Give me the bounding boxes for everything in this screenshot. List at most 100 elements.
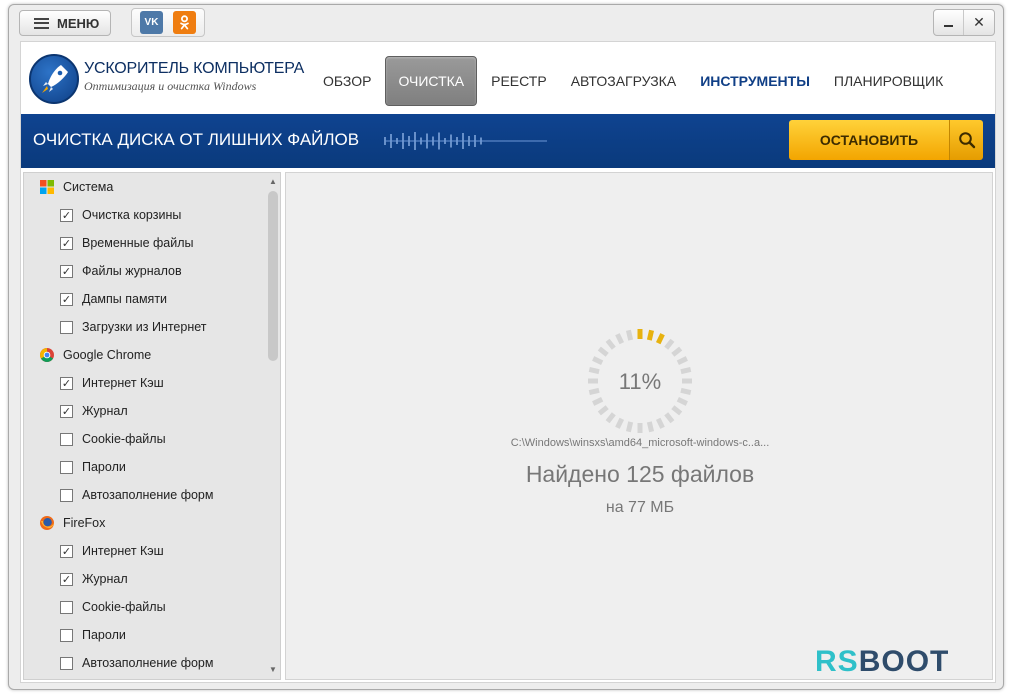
sidebar-option[interactable]: Пароли: [24, 621, 266, 649]
sidebar-option-label: Пароли: [82, 460, 126, 474]
sidebar-option[interactable]: ✓ Журнал: [24, 397, 266, 425]
app-title: УСКОРИТЕЛЬ КОМПЬЮТЕРА: [84, 60, 305, 77]
checkbox-checked[interactable]: ✓: [60, 292, 73, 306]
sidebar-group-label: Google Chrome: [63, 348, 152, 362]
sidebar-option[interactable]: Cookie-файлы: [24, 425, 266, 453]
checkbox-unchecked[interactable]: [60, 628, 73, 642]
sidebar-option-label: Загрузки из Интернет: [82, 320, 207, 334]
main-nav: ОБЗОР ОЧИСТКА РЕЕСТР АВТОЗАГРУЗКА ИНСТРУМЕНТ…: [311, 56, 955, 106]
checkbox-unchecked[interactable]: [60, 432, 73, 446]
sidebar-option-label: Журнал: [82, 572, 128, 586]
sidebar-scrollbar[interactable]: ▲ ▼: [266, 173, 280, 679]
current-file-path: C:\Windows\winsxs\amd64_microsoft-window…: [510, 437, 770, 449]
spinner-segment: [615, 333, 625, 345]
sidebar-option-label: Очистка корзины: [82, 208, 182, 222]
options-tree: Система ✓ Очистка корзины ✓ Временные файлы ✓…: [24, 173, 266, 677]
sidebar-option[interactable]: ✓ Дампы памяти: [24, 285, 266, 313]
sidebar-option[interactable]: Загрузки из Интернет: [24, 313, 266, 341]
checkbox-checked[interactable]: ✓: [60, 376, 73, 390]
checkbox-unchecked[interactable]: [60, 656, 73, 670]
sidebar-option-label: Автозаполнение форм: [82, 488, 214, 502]
menu-button[interactable]: МЕНЮ: [19, 10, 111, 36]
cleanup-options-panel: Система ✓ Очистка корзины ✓ Временные файлы ✓…: [23, 172, 281, 680]
sidebar-option[interactable]: ✓ Очистка корзины: [24, 201, 266, 229]
spinner-segment: [605, 338, 616, 350]
sidebar-option-label: Интернет Кэш: [82, 544, 164, 558]
nav-item-3[interactable]: АВТОЗАГРУЗКА: [559, 56, 689, 106]
vk-icon[interactable]: VK: [140, 11, 163, 34]
firefox-icon: [39, 515, 55, 531]
nav-item-5[interactable]: ПЛАНИРОВЩИК: [822, 56, 955, 106]
spinner-segment: [597, 346, 609, 357]
spinner-segment-active: [655, 333, 665, 345]
sidebar-option[interactable]: ✓ Интернет Кэш: [24, 369, 266, 397]
sidebar-option-label: Автозаполнение форм: [82, 656, 214, 670]
sidebar-option[interactable]: ✓ Журнал: [24, 565, 266, 593]
window-controls: ✕: [933, 9, 995, 36]
scroll-down-icon[interactable]: ▼: [266, 663, 280, 677]
scroll-up-icon[interactable]: ▲: [266, 175, 280, 189]
checkbox-checked[interactable]: ✓: [60, 264, 73, 278]
minimize-button[interactable]: [934, 10, 965, 35]
checkbox-checked[interactable]: ✓: [60, 404, 73, 418]
spinner-segment: [664, 412, 675, 424]
checkbox-checked[interactable]: ✓: [60, 208, 73, 222]
files-found-text: Найдено 125 файлов: [525, 461, 755, 487]
chrome-icon: [39, 347, 55, 363]
sidebar-option[interactable]: ✓ Временные файлы: [24, 229, 266, 257]
section-title: ОЧИСТКА ДИСКА ОТ ЛИШНИХ ФАЙЛОВ: [33, 130, 360, 149]
odnoklassniki-icon[interactable]: [173, 11, 196, 34]
nav-item-2[interactable]: РЕЕСТР: [479, 56, 559, 106]
spinner-segment: [592, 356, 604, 366]
sidebar-option-label: Дампы памяти: [82, 292, 168, 306]
scroll-thumb[interactable]: [268, 191, 278, 361]
sidebar-group-0[interactable]: Система: [24, 173, 266, 201]
spinner-segment: [615, 417, 625, 429]
sidebar-group-1[interactable]: Google Chrome: [24, 341, 266, 369]
sidebar-option[interactable]: Автозаполнение форм: [24, 481, 266, 509]
sidebar-option[interactable]: Cookie-файлы: [24, 593, 266, 621]
waveform-icon: [384, 132, 547, 150]
spinner-segment: [676, 396, 688, 406]
sidebar-group-2[interactable]: FireFox: [24, 509, 266, 537]
nav-item-1[interactable]: ОЧИСТКА: [385, 56, 478, 106]
spinner-segment: [625, 421, 634, 433]
nav-item-4[interactable]: ИНСТРУМЕНТЫ: [688, 56, 822, 106]
spinner-segment-active: [646, 329, 655, 341]
sidebar-option[interactable]: Автозаполнение форм: [24, 649, 266, 677]
checkbox-unchecked[interactable]: [60, 488, 73, 502]
nav-item-0[interactable]: ОБЗОР: [311, 56, 383, 106]
titlebar: МЕНЮ VK ✕: [9, 5, 1003, 39]
spinner-segment: [655, 417, 665, 429]
checkbox-checked[interactable]: ✓: [60, 544, 73, 558]
app-window: МЕНЮ VK ✕ УСКОРИТЕЛЬ КОМПЬЮТЕРА Оптимиза…: [8, 4, 1004, 690]
progress-percent: 11%: [618, 369, 662, 394]
close-button[interactable]: ✕: [964, 10, 994, 35]
sidebar-option-label: Журнал: [82, 404, 128, 418]
app-logo: УСКОРИТЕЛЬ КОМПЬЮТЕРА Оптимизация и очис…: [29, 52, 304, 106]
checkbox-unchecked[interactable]: [60, 320, 73, 334]
search-button[interactable]: [949, 120, 983, 160]
sidebar-option[interactable]: ✓ Файлы журналов: [24, 257, 266, 285]
sidebar-option-label: Интернет Кэш: [82, 376, 164, 390]
sidebar-option-label: Файлы журналов: [82, 264, 182, 278]
spinner-segment: [664, 338, 675, 350]
checkbox-checked[interactable]: ✓: [60, 236, 73, 250]
sidebar-option-label: Cookie-файлы: [82, 600, 166, 614]
search-icon: [958, 132, 975, 149]
rocket-icon: [29, 54, 79, 104]
checkbox-unchecked[interactable]: [60, 600, 73, 614]
checkbox-unchecked[interactable]: [60, 460, 73, 474]
spinner-segment: [605, 412, 616, 424]
spinner-segment: [676, 356, 688, 366]
main-content: УСКОРИТЕЛЬ КОМПЬЮТЕРА Оптимизация и очис…: [20, 41, 996, 683]
checkbox-checked[interactable]: ✓: [60, 572, 73, 586]
minimize-icon: [944, 24, 953, 27]
sidebar-option[interactable]: ✓ Интернет Кэш: [24, 537, 266, 565]
sidebar-option[interactable]: Пароли: [24, 453, 266, 481]
watermark-logo: RSBOOT: [815, 645, 950, 678]
hamburger-icon: [34, 17, 49, 29]
stop-button[interactable]: ОСТАНОВИТЬ: [789, 120, 949, 160]
sidebar-option-label: Пароли: [82, 628, 126, 642]
windows-icon: [39, 179, 55, 195]
